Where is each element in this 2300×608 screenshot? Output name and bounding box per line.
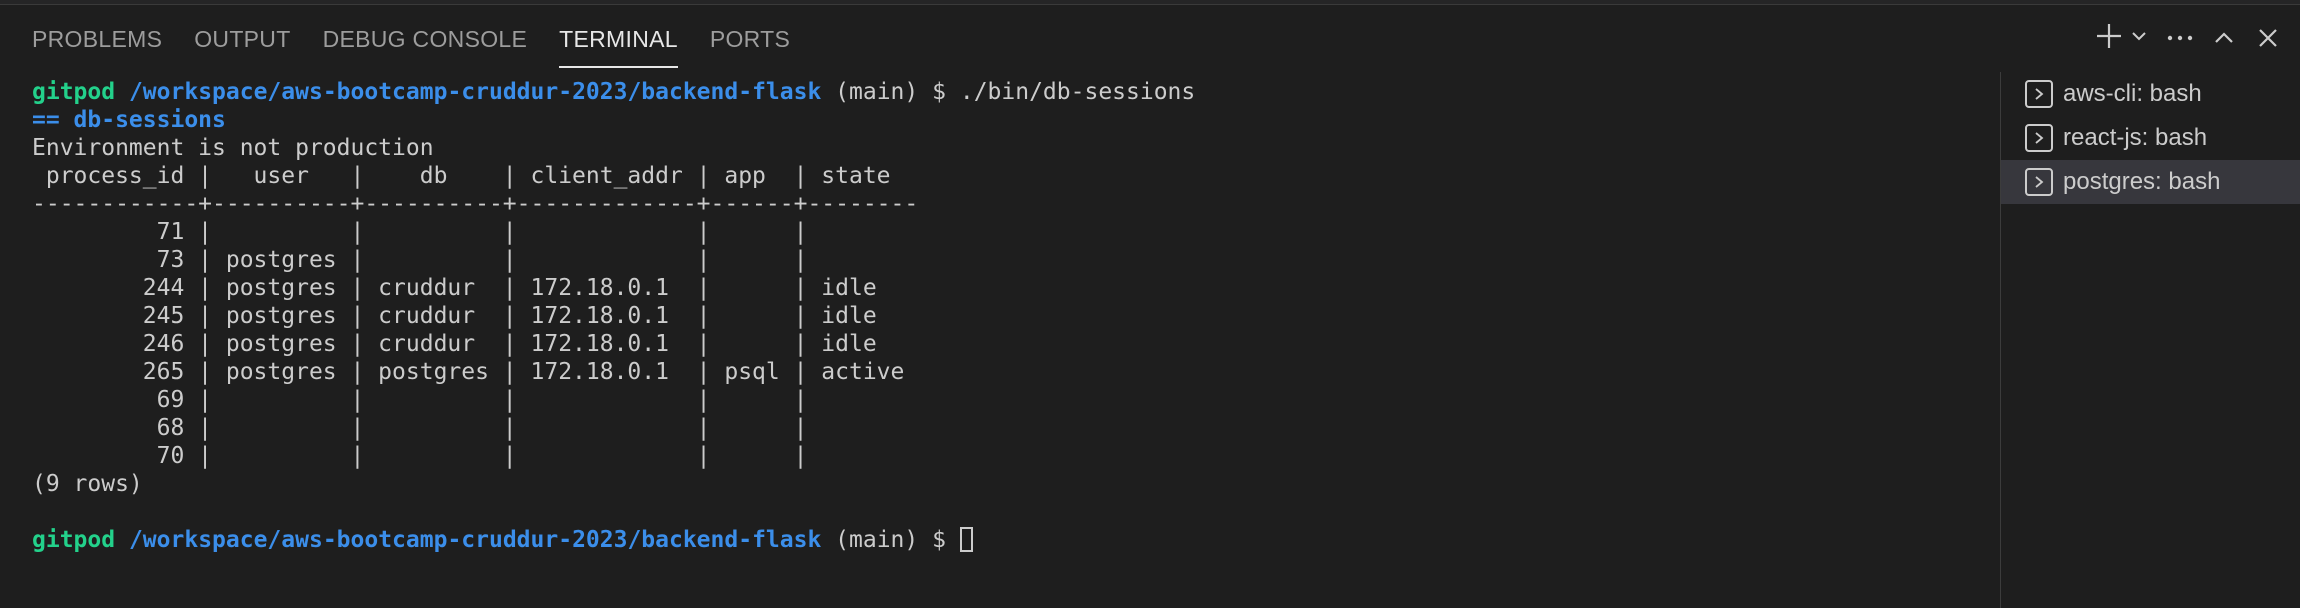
terminal-icon (2025, 80, 2053, 108)
maximize-panel-button[interactable] (2202, 18, 2246, 58)
table-header: process_id | user | db | client_addr | a… (32, 163, 891, 189)
tab-debug-console[interactable]: DEBUG CONSOLE (307, 4, 544, 72)
prompt-path: /workspace/aws-bootcamp-cruddur-2023/bac… (128, 79, 822, 105)
script-header: == db-sessions (32, 107, 226, 133)
prompt-path: /workspace/aws-bootcamp-cruddur-2023/bac… (128, 527, 822, 553)
prompt-symbol: $ (932, 79, 946, 105)
table-row: 69 | | | | | (32, 387, 808, 413)
prompt-user: gitpod (32, 79, 116, 105)
terminal-tab-label: postgres: bash (2063, 168, 2221, 195)
terminal-icon (2025, 168, 2053, 196)
terminal-tab-react-js[interactable]: react-js: bash (2001, 116, 2300, 160)
env-message: Environment is not production (32, 135, 434, 161)
table-divider: ------------+----------+----------+-----… (32, 191, 919, 217)
prompt-line: gitpod /workspace/aws-bootcamp-cruddur-2… (32, 526, 1195, 554)
prompt-branch: (main) (835, 79, 919, 105)
more-actions-button[interactable] (2158, 18, 2202, 58)
terminal-tab-postgres[interactable]: postgres: bash (2001, 160, 2300, 204)
command-line: gitpod /workspace/aws-bootcamp-cruddur-2… (32, 78, 1195, 106)
close-icon (2256, 26, 2280, 50)
chevron-up-icon (2212, 26, 2236, 50)
table-row: 246 | postgres | cruddur | 172.18.0.1 | … (32, 331, 877, 357)
new-terminal-button[interactable] (2094, 18, 2158, 58)
tab-ports[interactable]: PORTS (694, 4, 806, 72)
chevron-down-icon[interactable] (2130, 27, 2148, 50)
panel-header: PROBLEMS OUTPUT DEBUG CONSOLE TERMINAL P… (0, 4, 2300, 72)
terminal-tab-label: aws-cli: bash (2063, 80, 2202, 107)
table-row: 265 | postgres | postgres | 172.18.0.1 |… (32, 359, 905, 385)
table-row: 73 | postgres | | | | (32, 247, 808, 273)
terminal-tab-label: react-js: bash (2063, 124, 2208, 151)
terminal-icon (2025, 124, 2053, 152)
prompt-user: gitpod (32, 527, 116, 553)
terminal-output[interactable]: gitpod /workspace/aws-bootcamp-cruddur-2… (0, 72, 2000, 608)
terminal-cursor (959, 527, 973, 552)
ellipsis-icon (2167, 33, 2193, 43)
prompt-symbol: $ (932, 527, 946, 553)
tab-problems[interactable]: PROBLEMS (16, 4, 178, 72)
terminal-tabs-list: aws-cli: bash react-js: bash postgres: b… (2000, 72, 2300, 608)
panel-actions (2094, 18, 2290, 58)
tab-output[interactable]: OUTPUT (178, 4, 306, 72)
close-panel-button[interactable] (2246, 18, 2290, 58)
command-text: ./bin/db-sessions (959, 79, 1196, 105)
terminal-lines: gitpod /workspace/aws-bootcamp-cruddur-2… (32, 78, 1195, 554)
terminal-tab-aws-cli[interactable]: aws-cli: bash (2001, 72, 2300, 116)
table-row: 244 | postgres | cruddur | 172.18.0.1 | … (32, 275, 877, 301)
panel-tabs: PROBLEMS OUTPUT DEBUG CONSOLE TERMINAL P… (16, 4, 806, 72)
table-row: 245 | postgres | cruddur | 172.18.0.1 | … (32, 303, 877, 329)
plus-icon (2094, 21, 2124, 56)
row-count: (9 rows) (32, 471, 143, 497)
prompt-branch: (main) (835, 527, 919, 553)
table-row: 68 | | | | | (32, 415, 808, 441)
table-row: 71 | | | | | (32, 219, 808, 245)
tab-terminal[interactable]: TERMINAL (543, 4, 694, 72)
table-row: 70 | | | | | (32, 443, 808, 469)
